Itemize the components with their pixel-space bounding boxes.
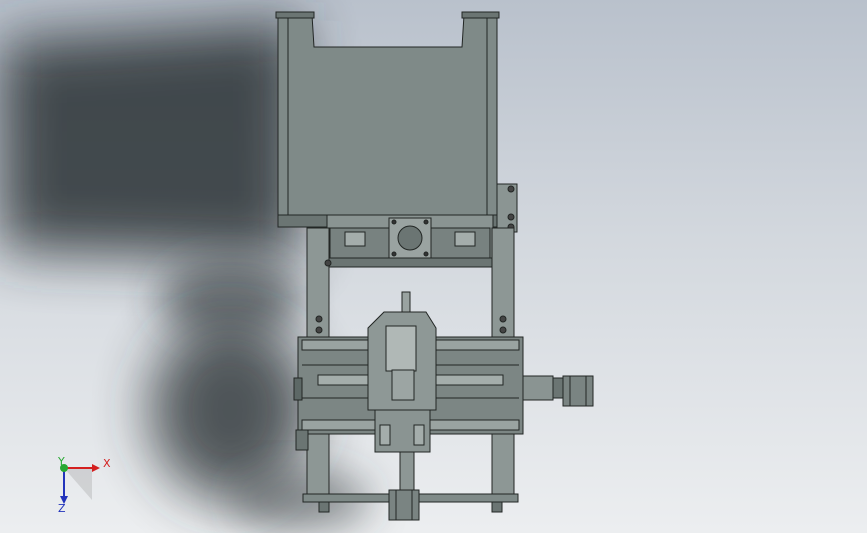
right-side-rail[interactable] [496, 183, 518, 233]
feeder-left-bearing [344, 231, 366, 247]
triad-y-label: Y [58, 455, 65, 468]
orientation-triad [60, 464, 100, 504]
3d-model-viewport[interactable]: X Y Z [0, 0, 867, 533]
feeder-right-bearing [454, 231, 476, 247]
model-canvas[interactable] [0, 0, 867, 533]
spindle-bottom [399, 451, 415, 491]
feeder-block[interactable] [326, 214, 494, 268]
side-stepper-motor[interactable] [522, 375, 594, 407]
hopper-assembly[interactable] [275, 11, 500, 228]
spindle-top [401, 291, 411, 313]
hopper-right-flange [461, 11, 500, 19]
hopper-left-flange [275, 11, 315, 19]
triad-z-label: Z [58, 502, 66, 515]
bottom-motor [388, 489, 420, 521]
hopper-body [277, 14, 498, 216]
triad-x-label: X [103, 457, 111, 470]
carriage[interactable] [367, 291, 437, 491]
